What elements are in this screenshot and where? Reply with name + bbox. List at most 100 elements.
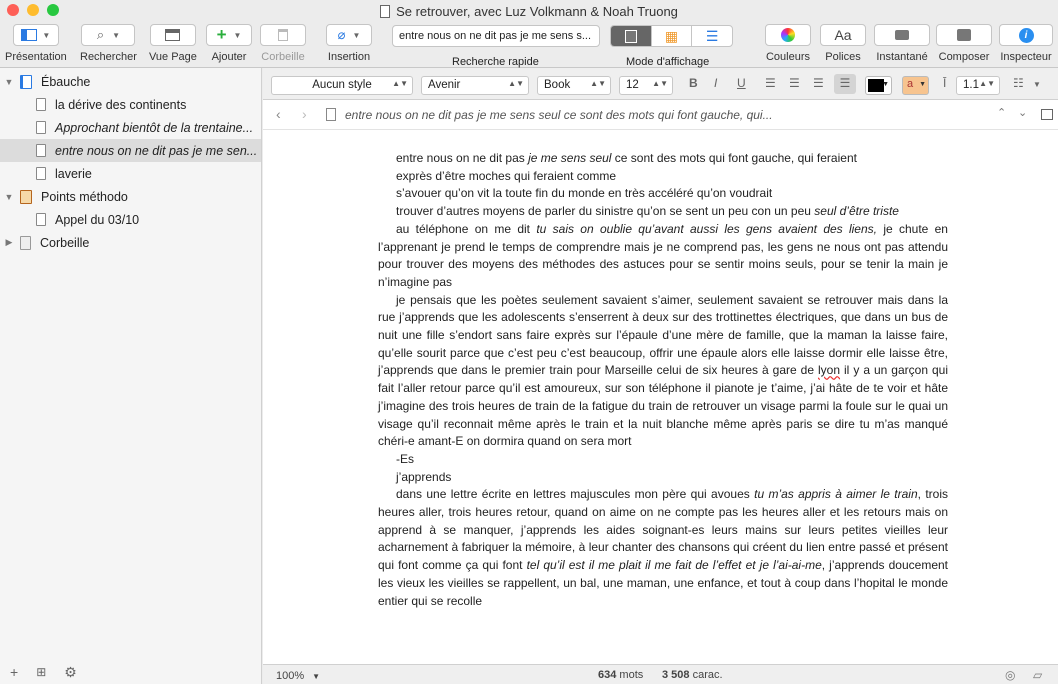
binder-item-entre-nous[interactable]: entre nous on ne dit pas je me sen... xyxy=(0,139,261,162)
paragraph: -Es xyxy=(396,451,414,466)
quick-search-input[interactable]: entre nous on ne dit pas je me sens s... xyxy=(392,25,600,47)
plus-icon: + xyxy=(216,25,227,44)
underline-button[interactable]: U xyxy=(737,76,746,90)
add-tool[interactable]: + ▼ Ajouter xyxy=(206,24,252,63)
binder-item-appel[interactable]: Appel du 03/10 xyxy=(0,208,261,231)
document-icon xyxy=(36,167,46,180)
color-wheel-icon xyxy=(781,28,795,42)
align-right-icon[interactable]: ☰ xyxy=(813,76,824,90)
char-count: 3 508 carac. xyxy=(662,669,723,681)
binder-item-points-methodo[interactable]: ▼ Points méthodo xyxy=(0,185,261,208)
font-select[interactable]: Avenir ▲▼ xyxy=(421,76,529,95)
chevron-up-icon[interactable]: ⌃ xyxy=(997,106,1006,119)
outline-icon: ☰ xyxy=(705,27,719,44)
chevron-down-icon: ▼ xyxy=(312,672,321,681)
page-view-tool[interactable]: Vue Page xyxy=(149,24,197,63)
binder-sidebar: ▼ Ébauche la dérive des continents Appro… xyxy=(0,68,262,684)
presentation-button[interactable]: ▼ xyxy=(12,24,59,46)
fonts-icon: Aa xyxy=(834,27,852,43)
forward-arrow-icon[interactable]: › xyxy=(302,106,307,122)
weight-select[interactable]: Book ▲▼ xyxy=(537,76,611,95)
disclosure-open-icon[interactable]: ▼ xyxy=(4,77,14,87)
style-select[interactable]: Aucun style ▲▼ xyxy=(271,76,413,95)
zoom-button[interactable] xyxy=(47,4,59,16)
chevron-down-icon[interactable]: ▼ xyxy=(1033,80,1041,89)
line-spacing-select[interactable]: 1.1 ▲▼ xyxy=(956,76,1000,95)
draft-folder-icon xyxy=(20,74,32,89)
compose-button[interactable] xyxy=(936,24,992,46)
insertion-button[interactable]: ⌀ ▼ xyxy=(326,24,372,46)
add-folder-icon[interactable]: ⊞ xyxy=(36,665,46,679)
inspector-button[interactable]: i xyxy=(999,24,1053,46)
align-center-icon[interactable]: ☰ xyxy=(789,76,800,90)
zoom-select[interactable]: 100% ▼ xyxy=(276,670,320,682)
document-text[interactable]: entre nous on ne dit pas je me sens seul… xyxy=(378,150,948,610)
binder-item-ebauche[interactable]: ▼ Ébauche xyxy=(0,70,261,93)
binder-item-laverie[interactable]: laverie xyxy=(0,162,261,185)
list-icon[interactable]: ☷ xyxy=(1013,76,1024,90)
compose-tool[interactable]: Composer xyxy=(936,24,992,63)
trash-button[interactable] xyxy=(260,24,306,46)
corkboard-icon: ▦ xyxy=(664,27,679,44)
chevron-down-icon: ▼ xyxy=(233,30,242,40)
window-title: Se retrouver, avec Luz Volkmann & Noah T… xyxy=(396,3,678,19)
disclosure-closed-icon[interactable]: ▶ xyxy=(4,237,14,248)
search-icon: ⌕ xyxy=(96,27,105,42)
editor-header: ‹ › entre nous on ne dit pas je me sens … xyxy=(263,100,1058,130)
add-item-icon[interactable]: + xyxy=(10,664,18,680)
search-tool[interactable]: ⌕ ▼ Rechercher xyxy=(80,24,137,63)
size-select[interactable]: 12 ▲▼ xyxy=(619,76,673,95)
view-mode-outline[interactable]: ☰ xyxy=(691,26,732,46)
paragraph: exprès d’être moches qui feraient comme xyxy=(396,168,617,183)
close-button[interactable] xyxy=(7,4,19,16)
inspector-tool[interactable]: i Inspecteur xyxy=(999,24,1053,63)
chevron-down-icon[interactable]: ⌄ xyxy=(1018,106,1027,119)
layout-icon xyxy=(21,29,38,41)
paragraph: s’avouer qu’on vit la toute fin du monde… xyxy=(396,186,773,201)
chevron-down-icon: ▼ xyxy=(919,81,926,88)
chevron-updown-icon: ▲▼ xyxy=(979,79,995,88)
colors-button[interactable] xyxy=(765,24,811,46)
gear-icon[interactable]: ⚙ xyxy=(64,664,77,681)
chevron-updown-icon: ▲▼ xyxy=(392,79,408,88)
compose-icon xyxy=(957,29,971,41)
document-icon xyxy=(36,98,46,111)
align-justify-icon[interactable]: ☰ xyxy=(834,74,856,94)
binder-item-corbeille[interactable]: ▶ Corbeille xyxy=(0,231,261,254)
view-mode-corkboard[interactable]: ▦ xyxy=(650,26,692,46)
title-bar: Se retrouver, avec Luz Volkmann & Noah T… xyxy=(0,0,1058,22)
chevron-down-icon: ▼ xyxy=(42,30,51,40)
binder-item-la-derive[interactable]: la dérive des continents xyxy=(0,93,261,116)
comment-icon[interactable]: ▱ xyxy=(1033,668,1042,682)
highlight-color-well[interactable]: a ▼ xyxy=(902,76,929,95)
colors-tool[interactable]: Couleurs xyxy=(765,24,811,63)
italic-button[interactable]: I xyxy=(714,76,717,90)
search-button[interactable]: ⌕ ▼ xyxy=(81,24,136,46)
add-button[interactable]: + ▼ xyxy=(206,24,252,46)
align-left-icon[interactable]: ☰ xyxy=(765,76,776,90)
word-count: 634 mots xyxy=(598,669,644,681)
paragraph: dans une lettre écrite en lettres majusc… xyxy=(378,487,949,608)
trash-tool[interactable]: Corbeille xyxy=(260,24,306,63)
page-view-icon xyxy=(165,29,181,41)
window-controls xyxy=(7,4,59,16)
bold-button[interactable]: B xyxy=(689,76,698,90)
view-mode-document[interactable] xyxy=(611,26,651,46)
snapshot-tool[interactable]: Instantané xyxy=(874,24,930,63)
page-view-button[interactable] xyxy=(149,24,196,46)
insertion-tool[interactable]: ⌀ ▼ Insertion xyxy=(326,24,372,63)
split-editor-icon[interactable] xyxy=(1041,109,1053,120)
presentation-tool[interactable]: ▼ Présentation xyxy=(5,24,67,63)
fonts-button[interactable]: Aa xyxy=(820,24,866,46)
target-icon[interactable]: ◎ xyxy=(1005,668,1015,682)
fonts-tool[interactable]: Aa Polices xyxy=(820,24,866,63)
editor[interactable]: entre nous on ne dit pas je me sens seul… xyxy=(263,130,1058,664)
disclosure-open-icon[interactable]: ▼ xyxy=(4,192,14,202)
back-arrow-icon[interactable]: ‹ xyxy=(276,106,281,122)
chevron-updown-icon: ▲▼ xyxy=(590,79,606,88)
minimize-button[interactable] xyxy=(27,4,39,16)
text-color-well[interactable]: ▼ xyxy=(865,76,892,95)
snapshot-button[interactable] xyxy=(874,24,930,46)
binder-item-approchant[interactable]: Approchant bientôt de la trentaine... xyxy=(0,116,261,139)
editor-header-title: entre nous on ne dit pas je me sens seul… xyxy=(345,108,773,122)
